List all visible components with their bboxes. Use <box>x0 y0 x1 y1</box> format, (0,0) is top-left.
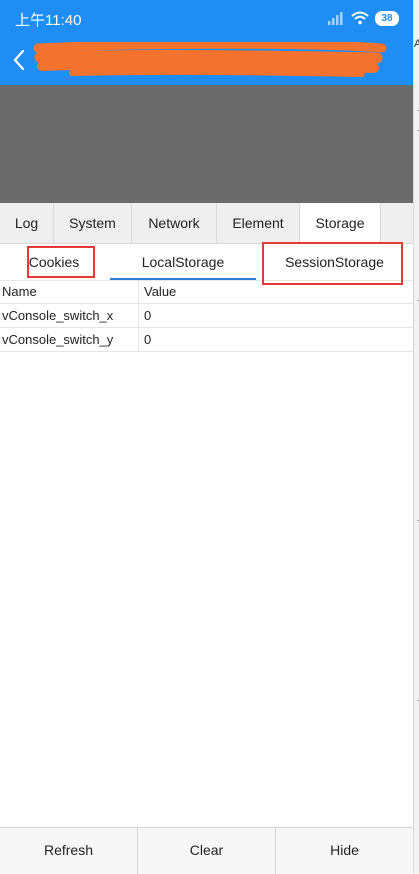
status-icons: 38 <box>328 9 399 27</box>
background-page-edge: A <box>413 0 419 873</box>
storage-table: Name Value vConsole_switch_x 0 vConsole_… <box>0 280 413 352</box>
tab-system[interactable]: System <box>54 203 132 243</box>
redacted-title <box>33 42 387 77</box>
battery-icon: 38 <box>375 10 399 26</box>
back-arrow-icon[interactable] <box>8 46 30 74</box>
row-value: 0 <box>144 308 152 323</box>
highlight-box-cookies <box>27 246 95 278</box>
highlight-box-sessionstorage <box>262 242 403 285</box>
clear-button[interactable]: Clear <box>138 828 276 874</box>
tab-log[interactable]: Log <box>0 203 54 243</box>
storage-subtabs: Cookies LocalStorage SessionStorage <box>0 242 413 285</box>
nav-bar <box>0 36 413 85</box>
status-bar: 上午11:40 38 <box>0 0 413 36</box>
row-key: vConsole_switch_x <box>2 308 114 323</box>
tab-storage[interactable]: Storage <box>300 203 381 243</box>
battery-level: 38 <box>381 12 393 24</box>
row-key: vConsole_switch_y <box>2 332 114 347</box>
tab-network[interactable]: Network <box>132 203 217 243</box>
row-value: 0 <box>144 332 152 347</box>
console-overlay-mask[interactable] <box>0 85 413 203</box>
column-header-name: Name <box>2 284 37 299</box>
hide-button[interactable]: Hide <box>276 828 413 874</box>
table-row[interactable]: vConsole_switch_x 0 <box>0 304 413 328</box>
vconsole-panel: Log System Network Element Storage Cooki… <box>0 203 413 873</box>
status-time: 上午11:40 <box>15 12 82 29</box>
table-header-row: Name Value <box>0 280 413 304</box>
tab-element[interactable]: Element <box>217 203 300 243</box>
column-header-value: Value <box>144 284 177 299</box>
table-row[interactable]: vConsole_switch_y 0 <box>0 328 413 352</box>
edge-text: A <box>414 38 419 50</box>
wifi-icon <box>351 11 369 25</box>
subtab-localstorage[interactable]: LocalStorage <box>110 244 256 280</box>
refresh-button[interactable]: Refresh <box>0 828 138 874</box>
signal-icon <box>328 11 343 25</box>
footer-toolbar: Refresh Clear Hide <box>0 827 413 874</box>
tab-bar: Log System Network Element Storage <box>0 203 413 244</box>
